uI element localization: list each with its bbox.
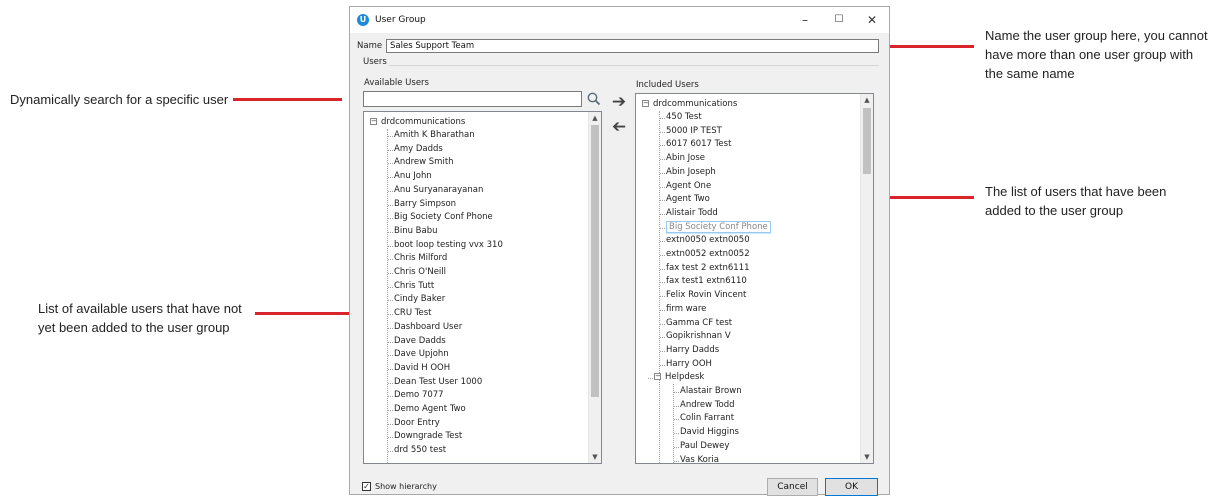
users-separator	[389, 65, 879, 66]
list-item[interactable]: fax test 2 extn6111	[660, 262, 750, 276]
show-hierarchy-checkbox[interactable]: ✓	[362, 482, 371, 491]
list-item[interactable]: Amith K Bharathan	[388, 129, 475, 143]
name-input[interactable]	[386, 39, 879, 53]
list-item[interactable]: CRU Test	[388, 307, 432, 321]
list-item[interactable]: Door Entry	[388, 417, 440, 431]
collapse-icon[interactable]: −	[654, 373, 661, 381]
included-users-list[interactable]: − drdcommunications 450 Test 5000 IP TEST 6…	[635, 93, 874, 464]
list-item[interactable]: Anu John	[388, 170, 432, 184]
group-node-helpdesk[interactable]: − Helpdesk	[647, 371, 704, 385]
scroll-down-icon[interactable]: ▼	[861, 451, 873, 463]
list-item[interactable]: firm ware	[659, 303, 706, 317]
list-item[interactable]: 5000 IP TEST	[660, 125, 722, 139]
list-item[interactable]: Harry Dadds	[659, 344, 719, 358]
list-item[interactable]: Demo Agent Two	[388, 403, 466, 417]
scroll-down-icon[interactable]: ▼	[589, 451, 601, 463]
list-item[interactable]: Alistair Todd	[660, 207, 718, 221]
ok-button[interactable]: OK	[825, 478, 878, 496]
list-item[interactable]: Binu Babu	[388, 225, 438, 239]
list-item[interactable]: Downgrade Test	[387, 430, 462, 444]
user-group-dialog: U User Group – ☐ ✕ Name Users Available …	[349, 6, 890, 496]
list-item[interactable]: Colin Farrant	[673, 412, 734, 426]
included-users-label: Included Users	[636, 80, 699, 90]
list-item[interactable]: Abin Jose	[659, 152, 705, 166]
list-item[interactable]: David Higgins	[674, 426, 739, 440]
close-button[interactable]: ✕	[855, 7, 889, 33]
list-item[interactable]: Andrew Smith	[388, 156, 454, 170]
tree-guide-line	[387, 129, 388, 463]
list-item[interactable]: Vas Koria	[674, 454, 719, 463]
list-item[interactable]: 6017 6017 Test	[659, 138, 731, 152]
available-users-label: Available Users	[364, 78, 429, 88]
list-item[interactable]: Gamma CF test	[659, 317, 732, 331]
list-item[interactable]: Felix Rovin Vincent	[659, 289, 746, 303]
list-item[interactable]: 450 Test	[660, 111, 702, 125]
list-item[interactable]: Amy Dadds	[388, 143, 443, 157]
list-item[interactable]: Chris Tutt	[387, 280, 434, 294]
show-hierarchy-label: Show hierarchy	[375, 482, 437, 491]
list-item[interactable]: Chris Milford	[387, 252, 447, 266]
search-input[interactable]	[363, 91, 582, 107]
window-title: User Group	[375, 15, 426, 25]
scroll-up-icon[interactable]: ▲	[861, 94, 873, 106]
scroll-thumb[interactable]	[863, 108, 871, 174]
scroll-thumb[interactable]	[591, 125, 599, 397]
list-item[interactable]: Big Society Conf Phone	[388, 211, 493, 225]
minimize-button[interactable]: –	[788, 7, 822, 33]
available-root-node[interactable]: − drdcommunications	[370, 116, 465, 129]
title-bar: U User Group – ☐ ✕	[350, 7, 889, 33]
users-label: Users	[363, 57, 387, 67]
list-item[interactable]: drd 550 test	[387, 444, 446, 458]
list-item[interactable]: Alastair Brown	[674, 385, 742, 399]
list-item[interactable]: Dean Test User 1000	[387, 376, 482, 390]
scroll-up-icon[interactable]: ▲	[589, 112, 601, 124]
list-item[interactable]: Dave Dadds	[388, 335, 446, 349]
app-logo-icon: U	[357, 14, 369, 26]
list-item[interactable]: Barry Simpson	[387, 198, 456, 212]
collapse-icon[interactable]: −	[370, 118, 377, 125]
list-item[interactable]: David H OOH	[387, 362, 450, 376]
search-annotation-line	[233, 98, 342, 101]
list-item[interactable]: Anu Suryanarayanan	[387, 184, 483, 198]
remove-user-arrow-icon[interactable]: ➔	[609, 117, 629, 137]
list-item[interactable]: fax test1 extn6110	[660, 275, 747, 289]
tree-guide-line	[673, 384, 674, 463]
list-item[interactable]: Dave Upjohn	[388, 348, 449, 362]
list-item[interactable]: Agent One	[659, 180, 711, 194]
available-scrollbar[interactable]: ▲ ▼	[588, 112, 601, 463]
list-item[interactable]: Paul Dewey	[673, 440, 729, 454]
list-item[interactable]: Gopikrishnan V	[660, 330, 731, 344]
list-item[interactable]: Harry OOH	[660, 358, 712, 372]
add-user-arrow-icon[interactable]: ➔	[609, 93, 629, 111]
list-item[interactable]: Chris O'Neill	[387, 266, 446, 280]
included-scrollbar[interactable]: ▲ ▼	[860, 94, 873, 463]
search-annotation: Dynamically search for a specific user	[10, 92, 229, 107]
included-annotation: The list of users that have been added t…	[985, 184, 1167, 218]
available-users-list[interactable]: − drdcommunications Amith K Bharathan Amy …	[363, 111, 602, 464]
list-item[interactable]: Agent Two	[660, 193, 710, 207]
list-item[interactable]: extn0052 extn0052	[660, 248, 750, 262]
list-item[interactable]: Dashboard User	[387, 321, 462, 335]
tree-guide-line	[659, 111, 660, 463]
list-item[interactable]: Andrew Todd	[674, 399, 735, 413]
name-label: Name	[357, 41, 383, 51]
list-item[interactable]: Big Society Conf Phone	[660, 220, 771, 235]
name-annotation: Name the user group here, you cannot hav…	[985, 28, 1208, 81]
available-annotation: List of available users that have not ye…	[38, 301, 242, 335]
list-item[interactable]: boot loop testing vvx 310	[388, 239, 503, 253]
list-item[interactable]: Cindy Baker	[387, 293, 445, 307]
cancel-button[interactable]: Cancel	[767, 478, 818, 496]
maximize-button[interactable]: ☐	[822, 7, 856, 33]
list-item[interactable]: Demo 7077	[388, 389, 444, 403]
list-item[interactable]: extn0050 extn0050	[660, 234, 750, 248]
search-icon[interactable]	[586, 91, 602, 107]
included-root-node[interactable]: − drdcommunications	[642, 98, 737, 111]
collapse-icon[interactable]: −	[642, 100, 649, 107]
list-item[interactable]: Abin Joseph	[660, 166, 716, 180]
